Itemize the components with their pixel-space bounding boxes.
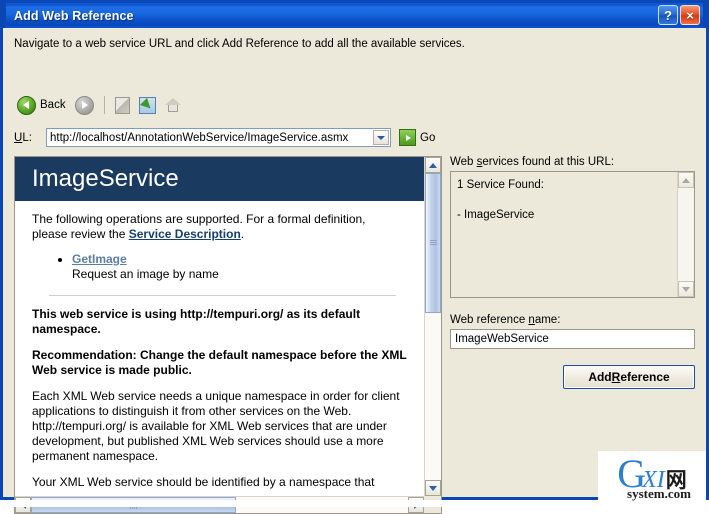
- preview-vertical-scrollbar[interactable]: [424, 157, 441, 496]
- operations-list: GetImage Request an image by name: [32, 252, 410, 282]
- stop-page-icon: [114, 96, 130, 114]
- action-row: Add Reference: [450, 365, 695, 389]
- services-label-pre: Web: [450, 156, 477, 168]
- instruction-text: Navigate to a web service URL and click …: [14, 38, 465, 50]
- service-description-link[interactable]: Service Description: [129, 227, 241, 241]
- url-label: UL:: [14, 132, 46, 144]
- toolbar-separator: [103, 96, 105, 114]
- content-divider: [49, 295, 396, 296]
- intro-line-1: The following operations are supported. …: [32, 212, 366, 226]
- chevron-up-icon: [429, 162, 437, 168]
- add-reference-label-post: eference: [620, 370, 670, 384]
- window-title: Add Web Reference: [14, 8, 134, 23]
- refname-label-post: ame:: [534, 314, 561, 326]
- reference-name-label: Web reference name:: [450, 314, 695, 326]
- scroll-up-button[interactable]: [425, 157, 441, 173]
- chevron-down-icon: [377, 135, 385, 140]
- url-input-value: http://localhost/AnnotationWebService/Im…: [50, 131, 349, 144]
- list-item: GetImage Request an image by name: [72, 252, 410, 282]
- service-body: The following operations are supported. …: [15, 212, 424, 296]
- navigation-toolbar: Back: [14, 91, 184, 119]
- operation-link-getimage[interactable]: GetImage: [72, 252, 127, 266]
- web-preview-pane[interactable]: ImageService The following operations ar…: [14, 156, 442, 514]
- intro-paragraph: The following operations are supported. …: [32, 212, 410, 242]
- go-button-label: Go: [420, 131, 436, 144]
- add-reference-button[interactable]: Add Reference: [563, 365, 695, 389]
- add-web-reference-dialog: Add Web Reference ? × Navigate to a web …: [0, 0, 709, 514]
- scroll-down-button[interactable]: [425, 480, 441, 496]
- go-arrow-icon: [399, 129, 416, 146]
- refresh-icon: [138, 96, 156, 114]
- forward-arrow-icon: [74, 95, 94, 115]
- namespace-next-paragraph: Your XML Web service should be identifie…: [32, 475, 375, 489]
- caption-buttons: ? ×: [658, 5, 700, 25]
- scroll-grip-icon: [430, 240, 437, 246]
- close-icon[interactable]: ×: [680, 5, 700, 25]
- home-icon: [164, 98, 181, 112]
- vertical-scroll-track[interactable]: [425, 313, 441, 480]
- vertical-scroll-thumb[interactable]: [425, 173, 441, 313]
- url-dropdown-button[interactable]: [373, 130, 389, 145]
- refresh-button[interactable]: [136, 92, 159, 118]
- web-preview-content: ImageService The following operations ar…: [15, 157, 424, 496]
- list-item[interactable]: - ImageService: [457, 207, 677, 223]
- page-bottom-strip: [0, 500, 709, 507]
- add-reference-label-pre: Add: [588, 370, 612, 384]
- home-button[interactable]: [162, 92, 184, 118]
- chevron-down-icon: [429, 485, 437, 491]
- namespace-explanation: Each XML Web service needs a unique name…: [32, 389, 400, 463]
- services-found-count: 1 Service Found:: [457, 179, 544, 191]
- back-button-label: Back: [40, 99, 66, 111]
- services-list-scrollbar[interactable]: [677, 172, 694, 297]
- scroll-up-button[interactable]: [678, 172, 694, 188]
- namespace-notice: This web service is using http://tempuri…: [32, 307, 361, 336]
- right-panel: Web services found at this URL: 1 Servic…: [450, 156, 695, 389]
- title-bar: Add Web Reference ? ×: [3, 0, 706, 28]
- forward-button[interactable]: [72, 92, 97, 118]
- add-reference-label-accel: R: [611, 370, 621, 384]
- go-button[interactable]: Go: [399, 129, 435, 146]
- chevron-down-icon: [682, 286, 690, 292]
- reference-name-input[interactable]: [450, 329, 695, 349]
- services-found-listbox[interactable]: 1 Service Found: - ImageService: [450, 171, 695, 298]
- services-list-content: 1 Service Found: - ImageService: [451, 172, 677, 297]
- help-button[interactable]: ?: [658, 5, 678, 25]
- namespace-section: This web service is using http://tempuri…: [15, 307, 424, 490]
- stop-button[interactable]: [112, 92, 133, 118]
- back-button[interactable]: Back: [14, 92, 69, 118]
- url-bar: UL: http://localhost/AnnotationWebServic…: [14, 128, 435, 147]
- namespace-recommendation: Recommendation: Change the default names…: [32, 348, 407, 377]
- scroll-down-button[interactable]: [678, 281, 694, 297]
- intro-line-2-pre: please review the: [32, 227, 129, 241]
- service-title-banner: ImageService: [15, 157, 424, 201]
- services-found-label: Web services found at this URL:: [450, 156, 695, 168]
- back-arrow-icon: [17, 95, 36, 115]
- url-input[interactable]: http://localhost/AnnotationWebService/Im…: [46, 128, 391, 147]
- refname-label-pre: Web reference: [450, 314, 529, 326]
- dialog-body: Navigate to a web service URL and click …: [3, 28, 706, 514]
- chevron-up-icon: [682, 177, 690, 183]
- services-label-post: ervices found at this URL:: [482, 156, 615, 168]
- url-label-rest: L:: [22, 131, 32, 144]
- intro-line-2-post: .: [240, 227, 245, 241]
- operation-description: Request an image by name: [72, 267, 219, 281]
